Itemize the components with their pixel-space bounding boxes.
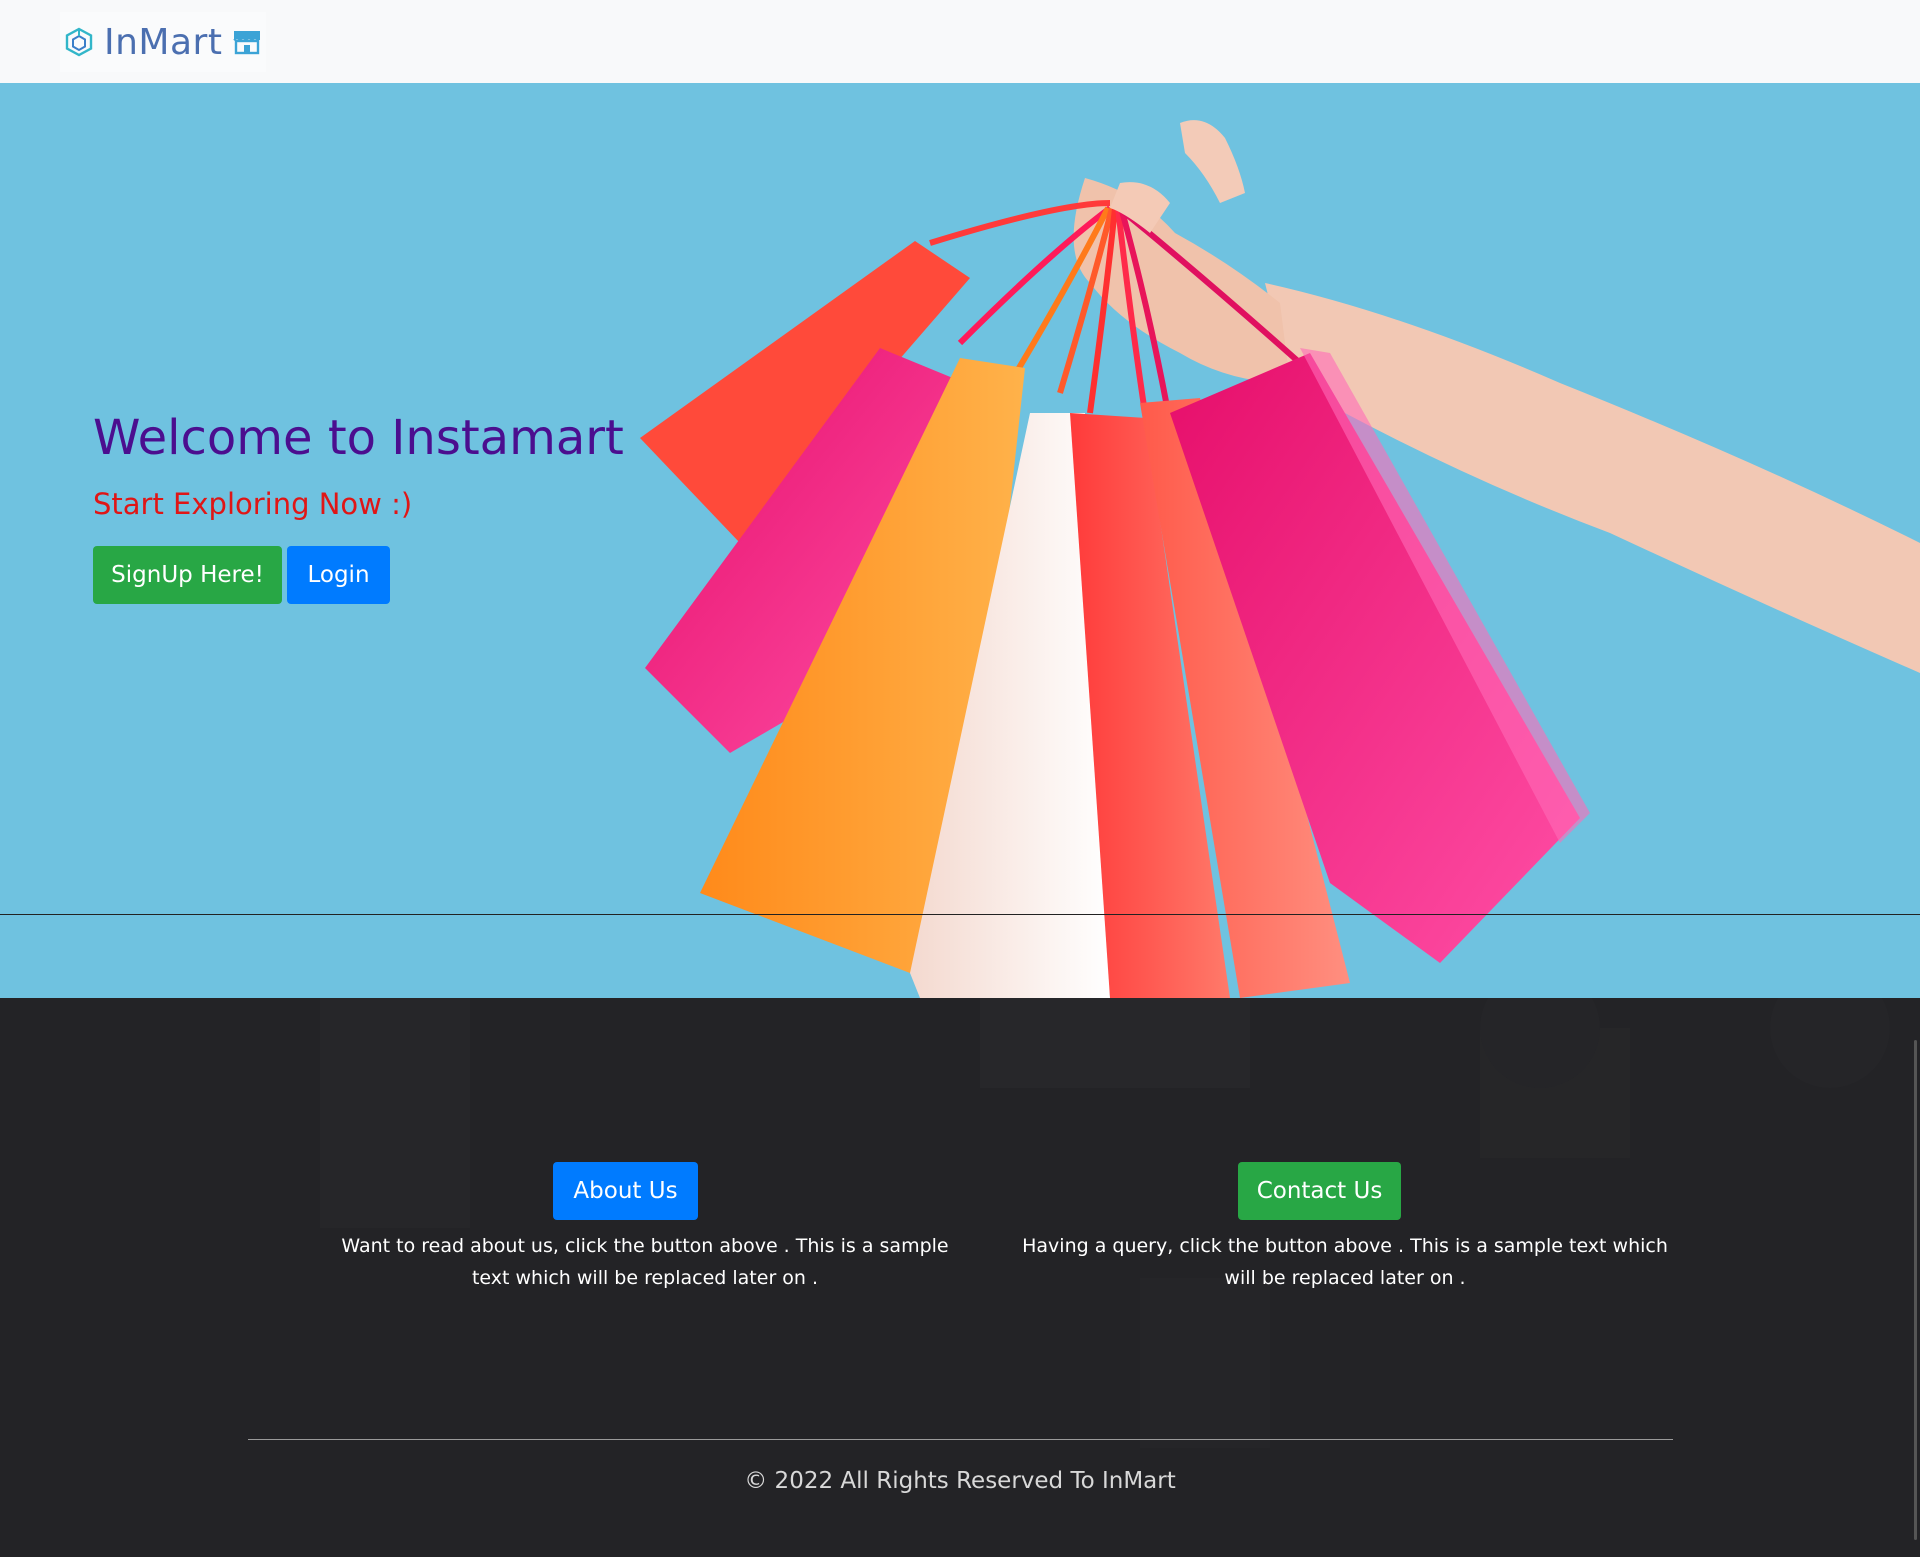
cube-icon (65, 27, 93, 57)
about-description: Want to read about us, click the button … (341, 1235, 949, 1289)
footer: About Us Contact Us Want to read about u… (0, 998, 1920, 1557)
hero-subtitle: Start Exploring Now :) (93, 487, 413, 521)
brand-logo[interactable]: InMart (60, 12, 267, 72)
footer-divider (248, 1439, 1673, 1440)
scrollbar[interactable] (1914, 1040, 1917, 1540)
hero-divider (0, 914, 1920, 915)
hero-banner: Welcome to Instamart Start Exploring Now… (0, 83, 1920, 998)
hero-title: Welcome to Instamart (93, 410, 624, 466)
brand-name: InMart (104, 21, 223, 63)
signup-button[interactable]: SignUp Here! (93, 546, 282, 604)
about-us-button[interactable]: About Us (553, 1162, 698, 1220)
navbar: InMart (0, 0, 1920, 83)
store-icon (233, 31, 261, 55)
shopping-bags-image (640, 120, 1920, 998)
contact-description: Having a query, click the button above .… (1022, 1235, 1668, 1289)
login-button[interactable]: Login (287, 546, 390, 604)
copyright-text: © 2022 All Rights Reserved To InMart (744, 1468, 1176, 1494)
contact-us-button[interactable]: Contact Us (1238, 1162, 1401, 1220)
